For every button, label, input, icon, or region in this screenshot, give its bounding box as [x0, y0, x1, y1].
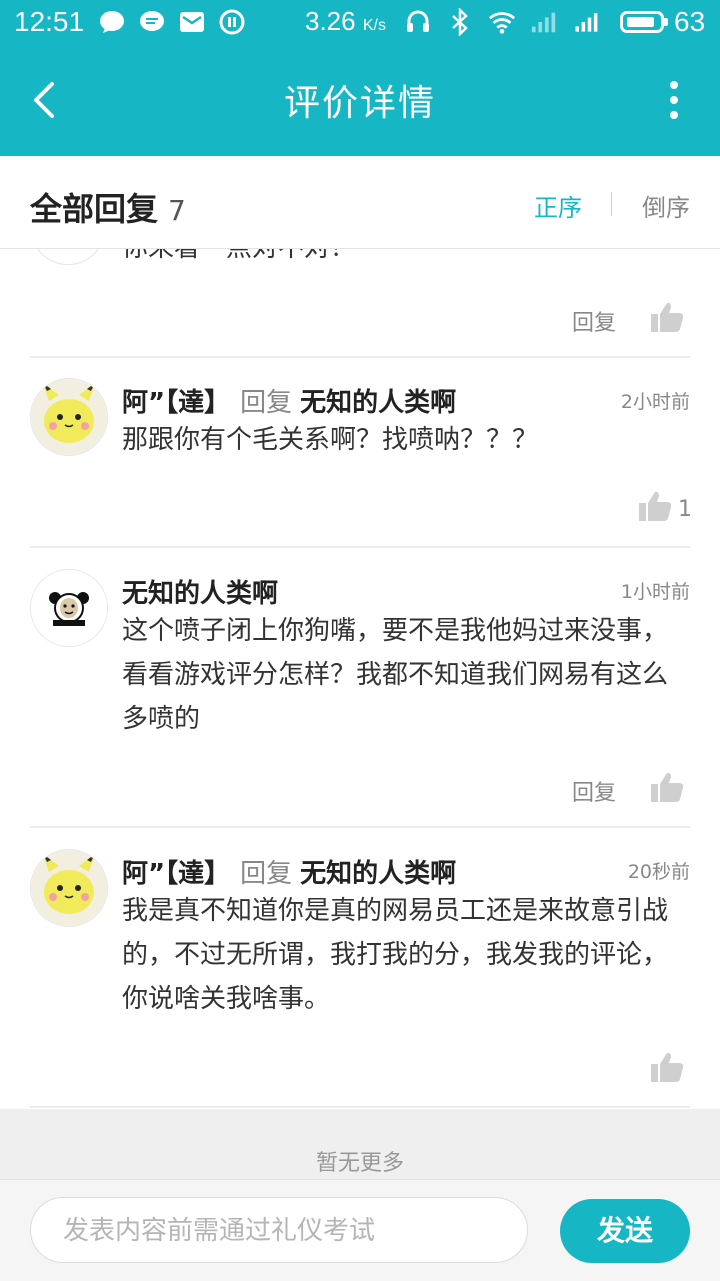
comment-text: 你来看一点对不对？ — [122, 249, 356, 264]
thumbs-up-icon — [651, 772, 684, 802]
comment-text: 那跟你有个毛关系啊？找喷呐？？？ — [122, 425, 539, 455]
divider — [30, 1106, 690, 1108]
divider — [30, 826, 690, 828]
reply-target-name[interactable]: 无知的人类啊 — [300, 388, 456, 418]
reply-word: 回复 — [240, 859, 293, 889]
comment-author: 无知的人类啊 — [122, 573, 278, 610]
send-button[interactable]: 发送 — [560, 1199, 690, 1263]
panda-meme-avatar-icon — [31, 570, 107, 646]
avatar[interactable] — [30, 378, 108, 456]
network-speed: 3.26 K/s — [305, 6, 386, 36]
comment-time: 1小时前 — [620, 581, 690, 603]
pikachu-avatar-icon — [31, 379, 107, 455]
reply-word: 回复 — [240, 388, 293, 418]
status-time: 12:51 — [14, 6, 85, 37]
pikachu-avatar-icon — [31, 850, 107, 926]
reply-button[interactable]: 回复 — [572, 305, 616, 337]
like-button[interactable] — [650, 771, 684, 803]
signal-weak-icon — [530, 8, 558, 36]
replies-count: 7 — [168, 194, 186, 227]
comment-list[interactable]: 你来看一点对不对？ 回复 阿”【達】回复无知的人类啊 2小时前 那跟你有个毛关系… — [0, 249, 720, 1109]
comment-time: 2小时前 — [620, 391, 690, 413]
like-button[interactable] — [650, 301, 684, 333]
sort-divider — [611, 192, 612, 216]
more-options-button[interactable] — [666, 80, 682, 120]
comment-input[interactable] — [61, 1210, 505, 1252]
comment-time: 20秒前 — [627, 861, 690, 883]
reply-button[interactable]: 回复 — [572, 775, 616, 807]
chat-bubble-icon — [98, 8, 126, 36]
sort-ascending-tab[interactable]: 正序 — [534, 188, 582, 223]
replies-header: 全部回复 7 正序 倒序 — [0, 156, 720, 249]
mail-icon — [178, 8, 206, 36]
status-bar: 12:51 3.26 K/s 63 — [0, 0, 720, 46]
list-end-area: 暂无更多 — [0, 1109, 720, 1179]
like-button[interactable] — [650, 1051, 684, 1083]
comment-text: 这个喷子闭上你狗嘴，要不是我他妈过来没事，看看游戏评分怎样？我都不知道我们网易有… — [122, 616, 669, 734]
avatar[interactable] — [30, 249, 106, 265]
like-button[interactable] — [638, 490, 672, 522]
comment-author: 阿”【達】 回复 无知的人类啊 — [122, 853, 456, 890]
comment-input-bar: 发送 — [0, 1179, 720, 1281]
no-more-label: 暂无更多 — [315, 1151, 404, 1176]
battery-nub — [664, 18, 668, 26]
message-icon — [138, 8, 166, 36]
thumbs-up-icon — [639, 491, 672, 521]
replies-title: 全部回复 7 — [30, 190, 186, 228]
author-name[interactable]: 阿”【達】 — [122, 859, 230, 889]
divider — [30, 356, 690, 358]
comment-author: 阿”【達】 回复 无知的人类啊 — [122, 382, 456, 419]
signal-4g-icon — [572, 8, 600, 36]
author-name[interactable]: 无知的人类啊 — [122, 579, 278, 609]
battery-icon — [620, 11, 664, 33]
wifi-icon — [488, 8, 516, 36]
divider — [30, 546, 690, 548]
comment-input-field[interactable] — [30, 1197, 528, 1263]
headphones-icon — [404, 8, 432, 36]
avatar[interactable] — [30, 849, 108, 927]
thumbs-up-icon — [651, 302, 684, 332]
comment-text: 我是真不知道你是真的网易员工还是来故意引战的，不过无所谓，我打我的分，我发我的评… — [122, 896, 669, 1014]
pause-circle-icon — [218, 8, 246, 36]
system-icons — [404, 8, 600, 36]
thumbs-up-icon — [651, 1052, 684, 1082]
author-name[interactable]: 阿”【達】 — [122, 388, 230, 418]
bluetooth-icon — [446, 8, 474, 36]
like-count: 1 — [678, 497, 692, 522]
kebab-menu-icon — [670, 81, 678, 119]
avatar[interactable] — [30, 569, 108, 647]
battery-level: 63 — [674, 6, 706, 37]
page-title: 评价详情 — [283, 83, 436, 124]
reply-target-name[interactable]: 无知的人类啊 — [300, 859, 456, 889]
app-header: 评价详情 — [0, 46, 720, 156]
sort-descending-tab[interactable]: 倒序 — [642, 188, 690, 223]
notification-icons — [98, 8, 246, 36]
